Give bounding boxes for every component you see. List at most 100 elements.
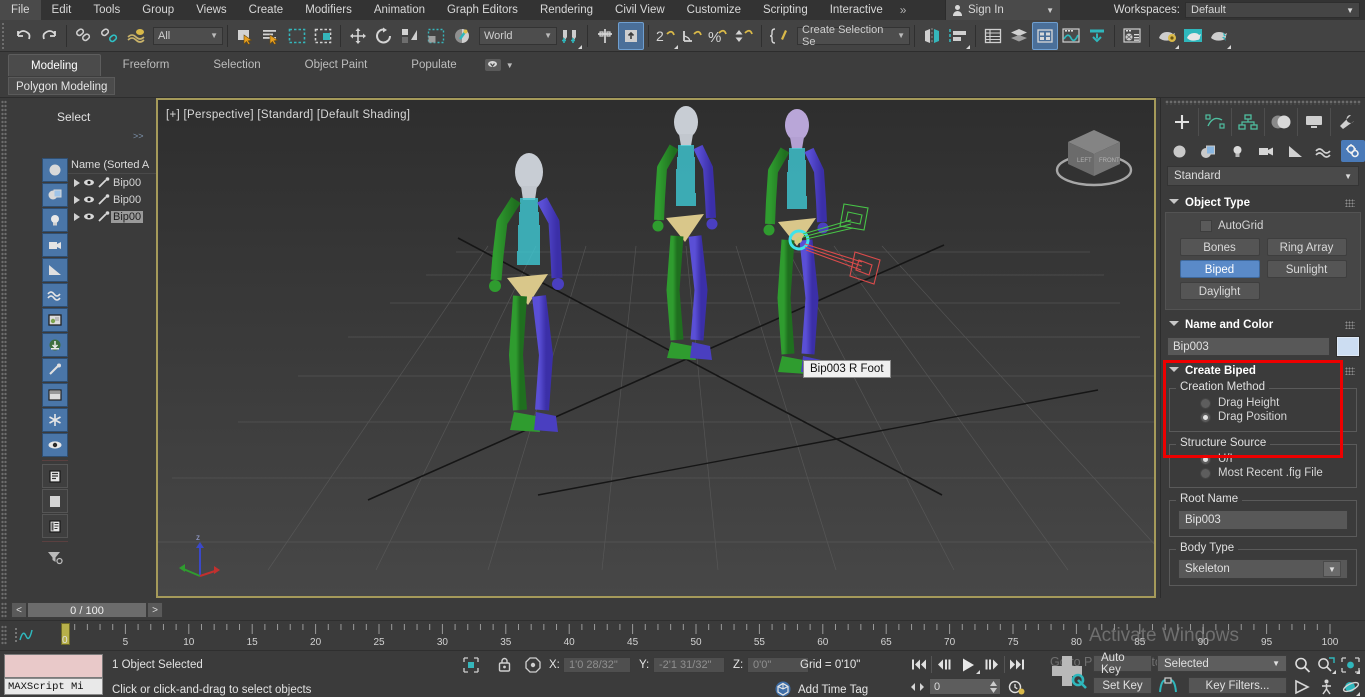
window-crossing-icon[interactable]	[310, 22, 336, 50]
sunlight-button[interactable]: Sunlight	[1266, 260, 1347, 278]
freeze-filter-icon[interactable]	[42, 408, 68, 432]
layer-list-icon[interactable]	[42, 514, 68, 538]
y-coordinate-input[interactable]: -2'1 31/32"	[653, 657, 725, 673]
hierarchy-tab-icon[interactable]	[1231, 108, 1264, 136]
select-panel-more-icon[interactable]: >>	[133, 131, 144, 141]
ribbon-options-icon[interactable]	[484, 59, 501, 71]
geometry-filter-icon[interactable]	[42, 158, 68, 182]
ribbon-tab-object-paint[interactable]: Object Paint	[283, 54, 390, 76]
containers-filter-icon[interactable]	[42, 383, 68, 407]
space-warps-filter-icon[interactable]	[42, 283, 68, 307]
xrefs-filter-icon[interactable]	[42, 333, 68, 357]
menu-scripting[interactable]: Scripting	[752, 0, 819, 20]
geometry-icon[interactable]	[1167, 140, 1191, 162]
object-color-swatch[interactable]	[1336, 336, 1360, 357]
toolbar-grip[interactable]	[1, 22, 8, 49]
chevron-down-icon[interactable]: ▼	[506, 61, 514, 70]
scene-explorer-icon[interactable]	[1006, 22, 1032, 50]
rectangular-selection-region-icon[interactable]	[284, 22, 310, 50]
render-production-icon[interactable]	[1206, 22, 1232, 50]
undo-icon[interactable]	[10, 22, 36, 50]
key-filters-button[interactable]: Key Filters...	[1188, 677, 1287, 694]
zoom-icon[interactable]	[1292, 654, 1313, 675]
rollout-drag-dots[interactable]	[1345, 199, 1355, 207]
placement-tool-icon[interactable]	[423, 22, 449, 50]
display-tab-icon[interactable]	[1297, 108, 1330, 136]
expand-arrow-icon[interactable]	[74, 212, 80, 221]
bones-filter-icon[interactable]	[42, 358, 68, 382]
go-to-end-icon[interactable]	[1005, 654, 1028, 675]
rollout-create-biped-header[interactable]: Create Biped	[1165, 362, 1361, 380]
drag-height-radio[interactable]	[1200, 397, 1211, 409]
lights-icon[interactable]	[1225, 140, 1249, 162]
absolute-relative-toggle[interactable]	[525, 657, 541, 676]
ribbon-tab-populate[interactable]: Populate	[389, 54, 478, 76]
material-editor-icon[interactable]	[1119, 22, 1145, 50]
unlink-selection-icon[interactable]	[97, 22, 123, 50]
play-animation-icon[interactable]	[955, 654, 981, 675]
layer-explorer-icon[interactable]	[980, 22, 1006, 50]
groups-filter-icon[interactable]	[42, 308, 68, 332]
helpers-icon[interactable]	[1283, 140, 1307, 162]
align-flyout-icon[interactable]	[945, 22, 971, 50]
menu-views[interactable]: Views	[185, 0, 237, 20]
daylight-button[interactable]: Daylight	[1179, 282, 1260, 300]
expand-arrow-icon[interactable]	[74, 178, 80, 187]
auto-key-button[interactable]: Auto Key	[1093, 652, 1152, 676]
create-tab-icon[interactable]	[1165, 108, 1198, 136]
list-item[interactable]: Bip00	[68, 208, 156, 225]
list-item[interactable]: Bip00	[68, 174, 156, 191]
scene-object-list[interactable]: Name (Sorted A Bip00 Bip00 Bip00	[68, 156, 156, 586]
menu-civil-view[interactable]: Civil View	[604, 0, 676, 20]
rollout-object-type-header[interactable]: Object Type	[1165, 194, 1361, 212]
menu-file[interactable]: File	[0, 0, 41, 20]
transform-type-in-icon[interactable]	[463, 657, 479, 676]
bind-to-space-warp-icon[interactable]	[123, 22, 149, 50]
motion-tab-icon[interactable]	[1264, 108, 1297, 136]
ribbon-tab-freeform[interactable]: Freeform	[101, 54, 192, 76]
angle-snap-toggle-icon[interactable]	[679, 22, 705, 50]
shapes-icon[interactable]	[1196, 140, 1220, 162]
list-item[interactable]: Bip00	[68, 191, 156, 208]
rollout-drag-dots[interactable]	[1345, 367, 1355, 375]
perspective-viewport[interactable]: LEFT FRONT [+] [Perspective] [Standard] …	[156, 98, 1156, 598]
go-to-start-icon[interactable]	[908, 654, 931, 675]
drag-position-row[interactable]: Drag Position	[1200, 411, 1348, 423]
previous-frame-button[interactable]: <	[11, 602, 27, 618]
time-slider-grip[interactable]	[1, 602, 7, 618]
spinner-snap-toggle-icon[interactable]	[731, 22, 757, 50]
menu-interactive[interactable]: Interactive	[819, 0, 894, 20]
schematic-view-icon[interactable]	[1084, 22, 1110, 50]
toggle-ribbon-icon[interactable]	[1032, 21, 1058, 50]
drag-position-radio[interactable]	[1200, 411, 1211, 423]
ring-array-button[interactable]: Ring Array	[1266, 238, 1347, 256]
utilities-tab-icon[interactable]	[1330, 108, 1363, 136]
select-and-manipulate-icon[interactable]	[449, 22, 475, 50]
helpers-filter-icon[interactable]	[42, 258, 68, 282]
named-selection-sets-icon[interactable]	[618, 21, 644, 50]
menu-edit[interactable]: Edit	[41, 0, 83, 20]
menu-rendering[interactable]: Rendering	[529, 0, 604, 20]
selection-lock-toggle[interactable]	[497, 657, 512, 676]
blank-icon[interactable]	[42, 489, 68, 513]
menu-overflow-icon[interactable]: »	[894, 3, 913, 17]
ribbon-tab-modeling[interactable]: Modeling	[8, 54, 101, 76]
viewport-label[interactable]: [+] [Perspective] [Standard] [Default Sh…	[166, 109, 410, 121]
ribbon-tab-selection[interactable]: Selection	[191, 54, 282, 76]
display-eye-icon[interactable]	[42, 433, 68, 457]
next-frame-icon[interactable]	[981, 654, 1004, 675]
lights-filter-icon[interactable]	[42, 208, 68, 232]
current-frame-display[interactable]: 0 / 100	[27, 602, 147, 618]
track-bar-grip[interactable]	[1, 625, 7, 645]
selection-filter-select[interactable]: All ▼	[153, 26, 223, 45]
function-curve-icon[interactable]	[14, 626, 34, 644]
use-center-flyout-icon[interactable]	[557, 22, 583, 50]
named-selection-set-field[interactable]: Create Selection Se ▼	[797, 24, 910, 48]
drag-height-row[interactable]: Drag Height	[1200, 397, 1348, 409]
ui-source-row[interactable]: U/I	[1200, 453, 1348, 465]
body-type-select[interactable]: Skeleton ▼	[1178, 559, 1348, 579]
rendered-frame-window-icon[interactable]	[1180, 22, 1206, 50]
maxscript-listener-pane[interactable]	[4, 654, 103, 678]
fig-file-source-row[interactable]: Most Recent .fig File	[1200, 467, 1348, 479]
menu-animation[interactable]: Animation	[363, 0, 436, 20]
